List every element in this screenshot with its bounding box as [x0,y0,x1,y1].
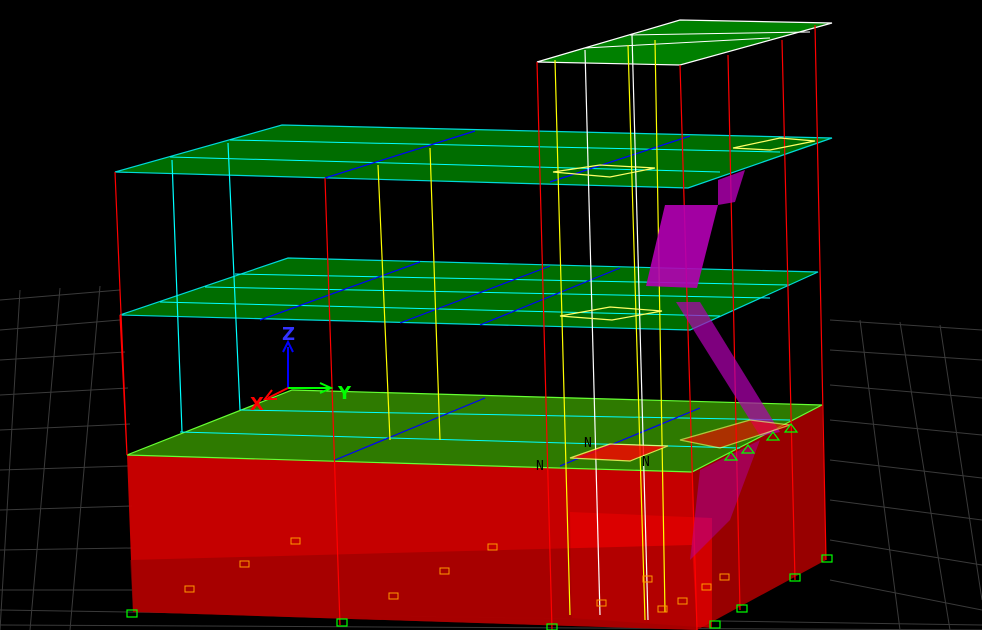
node-label-b: N [536,459,544,474]
axis-x-label: X [250,394,264,415]
structural-3d-viewport[interactable]: Z Y X N N N [0,0,982,630]
node-label-a: N [584,436,592,451]
axis-z-label: Z [282,324,295,345]
node-label-c: N [642,455,650,470]
axis-y-label: Y [337,383,352,404]
